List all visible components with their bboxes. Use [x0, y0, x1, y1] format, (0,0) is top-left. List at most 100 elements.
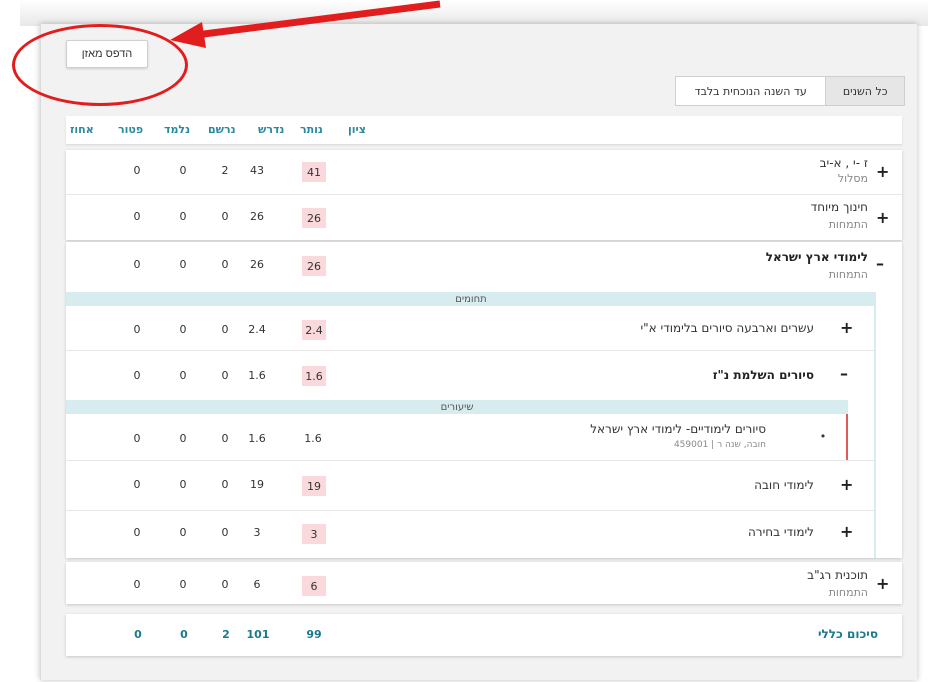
row-title: לימודי חובה — [754, 478, 814, 492]
remaining-badge: 41 — [302, 162, 326, 182]
learned-value: 0 — [179, 210, 187, 223]
registered-value: 0 — [221, 258, 229, 271]
row-title: תוכנית רג"ב — [807, 568, 868, 582]
summary-exempt: 0 — [134, 628, 142, 641]
column-header-grade: ציון — [348, 123, 366, 136]
registered-value: 0 — [221, 210, 229, 223]
balance-card-main: ז -י , א-יב מסלול + 41 43 2 0 0 חינוך מי… — [66, 150, 902, 240]
required-value: 6 — [253, 578, 261, 591]
summary-registered: 2 — [222, 628, 230, 641]
required-value: 2.4 — [248, 323, 266, 336]
table-row[interactable]: לימודי בחירה + 3 3 0 0 0 — [66, 510, 874, 558]
expand-icon[interactable]: + — [876, 210, 889, 226]
row-subtitle: התמחות — [828, 268, 868, 281]
balance-card-program: תוכנית רג"ב התמחות + 6 6 0 0 0 — [66, 562, 902, 604]
exempt-value: 0 — [133, 164, 141, 177]
row-title: ז -י , א-יב — [819, 156, 868, 170]
required-value: 26 — [250, 258, 264, 271]
summary-required: 101 — [246, 628, 270, 641]
all-years-option[interactable]: כל השנים — [825, 77, 904, 105]
summary-learned: 0 — [180, 628, 188, 641]
remaining-badge: 6 — [302, 576, 326, 596]
exempt-value: 0 — [133, 478, 141, 491]
column-header-required: נדרש — [258, 123, 285, 136]
registered-value: 0 — [221, 526, 229, 539]
row-title: עשרים וארבעה סיורים בלימודי א"י — [640, 321, 814, 335]
exempt-value: 0 — [133, 258, 141, 271]
required-value: 43 — [250, 164, 264, 177]
exempt-value: 0 — [133, 526, 141, 539]
summary-remaining: 99 — [306, 628, 322, 641]
table-row[interactable]: לימודי חובה + 19 19 0 0 0 — [66, 460, 874, 510]
registered-value: 0 — [221, 323, 229, 336]
registered-value: 0 — [221, 478, 229, 491]
required-value: 3 — [253, 526, 261, 539]
expand-icon[interactable]: + — [876, 164, 889, 180]
registered-value: 0 — [221, 578, 229, 591]
row-subtitle: התמחות — [828, 586, 868, 599]
expand-icon[interactable]: + — [876, 576, 889, 592]
exempt-value: 0 — [133, 432, 141, 445]
column-header-remaining: נותר — [300, 123, 323, 136]
collapse-icon[interactable]: – — [840, 366, 848, 382]
lesson-status-bar — [846, 414, 848, 460]
annotation-arrow — [170, 0, 441, 48]
expand-icon[interactable]: + — [840, 524, 853, 540]
row-title: לימודי ארץ ישראל — [765, 250, 868, 264]
row-title: לימודי בחירה — [747, 525, 814, 539]
learned-value: 0 — [179, 432, 187, 445]
table-header: ציון נותר נדרש נרשם נלמד פטור אחוז — [66, 116, 902, 144]
table-row[interactable]: תוכנית רג"ב התמחות + 6 6 0 0 0 — [66, 562, 902, 604]
exempt-value: 0 — [133, 369, 141, 382]
remaining-badge: 1.6 — [302, 366, 326, 386]
expand-icon[interactable]: + — [840, 320, 853, 336]
exempt-value: 0 — [133, 210, 141, 223]
year-filter-toggle: עד השנה הנוכחית בלבד כל השנים — [675, 76, 905, 106]
remaining-badge: 2.4 — [302, 320, 326, 340]
current-year-option[interactable]: עד השנה הנוכחית בלבד — [676, 77, 825, 105]
column-header-learned: נלמד — [164, 123, 191, 136]
collapse-icon[interactable]: – — [876, 256, 884, 272]
exempt-value: 0 — [133, 323, 141, 336]
remaining-badge: 26 — [302, 256, 326, 276]
registered-value: 2 — [221, 164, 229, 177]
learned-value: 0 — [179, 578, 187, 591]
remaining-badge: 19 — [302, 476, 326, 496]
learned-value: 0 — [179, 478, 187, 491]
domains-section-header: תחומים — [66, 292, 876, 306]
list-item[interactable]: סיורים לימודיים- לימודי ארץ ישראל 459001… — [66, 414, 846, 460]
row-title: סיורים השלמת נ"ז — [712, 368, 814, 382]
table-row[interactable]: סיורים השלמת נ"ז – 1.6 1.6 0 0 0 — [66, 350, 874, 400]
registered-value: 0 — [221, 369, 229, 382]
table-row[interactable]: לימודי ארץ ישראל התמחות – 26 26 0 0 0 — [66, 242, 902, 288]
domains-section-border — [874, 292, 876, 558]
expand-icon[interactable]: + — [840, 477, 853, 493]
learned-value: 0 — [179, 258, 187, 271]
learned-value: 0 — [179, 323, 187, 336]
required-value: 1.6 — [248, 432, 266, 445]
learned-value: 0 — [179, 526, 187, 539]
table-row[interactable]: עשרים וארבעה סיורים בלימודי א"י + 2.4 2.… — [66, 306, 874, 350]
row-subtitle: התמחות — [828, 218, 868, 231]
learned-value: 0 — [179, 369, 187, 382]
summary-label: סיכום כללי — [818, 627, 878, 641]
column-header-exempt: פטור — [118, 123, 144, 136]
lessons-section-header: שיעורים — [66, 400, 848, 414]
table-row[interactable]: ז -י , א-יב מסלול + 41 43 2 0 0 — [66, 150, 902, 194]
summary-card: סיכום כללי 99 101 2 0 0 — [66, 614, 902, 656]
remaining-value: 1.6 — [304, 432, 322, 445]
table-row[interactable]: חינוך מיוחד התמחות + 26 26 0 0 0 — [66, 194, 902, 240]
exempt-value: 0 — [133, 578, 141, 591]
column-header-registered: נרשם — [208, 123, 236, 136]
learned-value: 0 — [179, 164, 187, 177]
remaining-badge: 26 — [302, 208, 326, 228]
required-value: 19 — [250, 478, 264, 491]
lesson-meta: 459001 | חובה, שנה ר — [673, 440, 766, 450]
row-title: חינוך מיוחד — [810, 200, 868, 214]
required-value: 1.6 — [248, 369, 266, 382]
registered-value: 0 — [221, 432, 229, 445]
remaining-badge: 3 — [302, 524, 326, 544]
required-value: 26 — [250, 210, 264, 223]
lesson-title: סיורים לימודיים- לימודי ארץ ישראל — [590, 422, 766, 436]
column-header-percent: אחוז — [70, 123, 94, 136]
